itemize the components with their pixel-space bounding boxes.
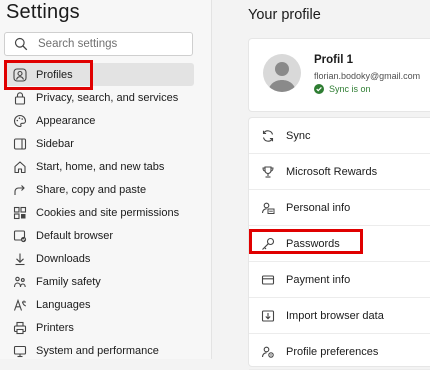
- sidebar-item-label: Languages: [36, 298, 91, 311]
- browser-icon: [13, 229, 27, 243]
- printer-icon: [13, 321, 27, 335]
- sidebar-item-downloads[interactable]: Downloads: [4, 247, 194, 270]
- import-icon: [261, 309, 275, 323]
- profile-name: Profil 1: [314, 54, 353, 66]
- sync-status: Sync is on: [314, 84, 371, 94]
- sync-icon: [261, 129, 275, 143]
- settings-title: Settings: [6, 1, 80, 23]
- menu-item-label: Payment info: [286, 273, 351, 286]
- search-box[interactable]: [4, 32, 193, 56]
- menu-item-label: Sync: [286, 129, 311, 142]
- home-icon: [13, 160, 27, 174]
- menu-item-label: Passwords: [286, 237, 340, 250]
- sidebar-item-label: System and performance: [36, 344, 159, 357]
- sidebar-item-label: Default browser: [36, 229, 114, 242]
- sidebar-icon: [13, 137, 27, 151]
- profile-card: Profil 1 florian.bodoky@gmail.com Sync i…: [248, 38, 430, 112]
- language-icon: [13, 298, 27, 312]
- profile-preferences-icon: [261, 345, 275, 359]
- family-icon: [13, 275, 27, 289]
- appearance-icon: [13, 114, 27, 128]
- sidebar-item-share[interactable]: Share, copy and paste: [4, 178, 194, 201]
- permissions-icon: [13, 206, 27, 220]
- sidebar-item-privacy[interactable]: Privacy, search, and services: [4, 86, 194, 109]
- menu-item-payment-info[interactable]: Payment info: [249, 262, 430, 298]
- sidebar-nav: Profiles Privacy, search, and services A…: [4, 63, 194, 362]
- sidebar-item-default-browser[interactable]: Default browser: [4, 224, 194, 247]
- sidebar-item-label: Printers: [36, 321, 74, 334]
- search-input[interactable]: [38, 38, 178, 50]
- sidebar-item-label: Downloads: [36, 252, 91, 265]
- profile-icon: [13, 67, 27, 82]
- sidebar-item-cookies[interactable]: Cookies and site permissions: [4, 201, 194, 224]
- menu-item-label: Microsoft Rewards: [286, 165, 378, 178]
- sidebar-item-label: Cookies and site permissions: [36, 206, 180, 219]
- sidebar-item-family-safety[interactable]: Family safety: [4, 270, 194, 293]
- sidebar-item-start-home[interactable]: Start, home, and new tabs: [4, 155, 194, 178]
- profile-menu: Sync Microsoft Rewards Personal info Pas…: [248, 117, 430, 370]
- lock-icon: [13, 91, 27, 105]
- menu-item-profile-preferences[interactable]: Profile preferences: [249, 334, 430, 370]
- main-content: Your profile Profil 1 florian.bodoky@gma…: [213, 0, 430, 370]
- sidebar-item-appearance[interactable]: Appearance: [4, 109, 194, 132]
- sidebar-item-label: Share, copy and paste: [36, 183, 147, 196]
- sidebar-item-printers[interactable]: Printers: [4, 316, 194, 339]
- menu-item-passwords[interactable]: Passwords: [249, 226, 430, 262]
- sidebar-item-label: Privacy, search, and services: [36, 91, 179, 104]
- settings-sidebar: Settings Profiles Privacy, search, and s…: [0, 0, 212, 359]
- sidebar-item-sidebar[interactable]: Sidebar: [4, 132, 194, 155]
- sidebar-item-languages[interactable]: Languages: [4, 293, 194, 316]
- sidebar-item-label: Appearance: [36, 114, 96, 127]
- search-icon: [14, 37, 28, 51]
- check-circle-icon: [314, 84, 324, 94]
- share-icon: [13, 183, 27, 197]
- avatar: [263, 54, 301, 92]
- personal-info-icon: [261, 201, 275, 215]
- key-icon: [261, 237, 275, 251]
- menu-item-label: Profile preferences: [286, 345, 379, 358]
- menu-item-label: Personal info: [286, 201, 351, 214]
- menu-item-label: Import browser data: [286, 309, 384, 322]
- sidebar-item-label: Family safety: [36, 275, 101, 288]
- profile-email: florian.bodoky@gmail.com: [314, 71, 421, 81]
- system-icon: [13, 344, 27, 358]
- sidebar-item-profiles[interactable]: Profiles: [4, 63, 194, 86]
- sync-status-text: Sync is on: [329, 84, 371, 94]
- menu-item-sync[interactable]: Sync: [249, 118, 430, 154]
- menu-item-import-data[interactable]: Import browser data: [249, 298, 430, 334]
- trophy-icon: [261, 165, 275, 179]
- menu-item-rewards[interactable]: Microsoft Rewards: [249, 154, 430, 190]
- sidebar-item-label: Sidebar: [36, 137, 74, 150]
- download-icon: [13, 252, 27, 266]
- page-title: Your profile: [248, 7, 321, 23]
- sidebar-item-label: Profiles: [36, 68, 73, 81]
- card-icon: [261, 273, 275, 287]
- menu-item-personal-info[interactable]: Personal info: [249, 190, 430, 226]
- sidebar-item-label: Start, home, and new tabs: [36, 160, 165, 173]
